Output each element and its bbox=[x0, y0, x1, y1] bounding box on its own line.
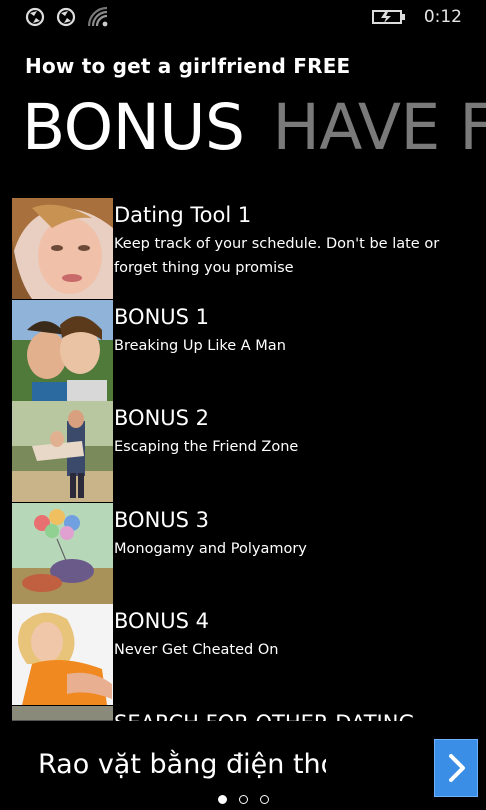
couple-carry-image bbox=[12, 401, 113, 502]
item-subtitle: Never Get Cheated On bbox=[114, 642, 279, 658]
status-bar: 0:12 bbox=[0, 0, 486, 34]
list-item[interactable]: BONUS 1 Breaking Up Like A Man bbox=[12, 299, 486, 402]
balloons-image bbox=[12, 502, 113, 604]
item-thumbnail bbox=[12, 604, 113, 705]
ad-banner[interactable]: Rao vặt bằng điện thoại bbox=[0, 733, 486, 797]
item-title: SEARCH FOR OTHER DATING bbox=[114, 711, 415, 722]
item-thumbnail bbox=[12, 198, 113, 299]
wifi-icon bbox=[87, 6, 108, 27]
item-thumbnail bbox=[12, 299, 113, 401]
item-subtitle: Escaping the Friend Zone bbox=[114, 439, 299, 455]
battery-charging-icon bbox=[372, 10, 405, 24]
ad-text[interactable]: Rao vặt bằng điện thoại bbox=[38, 749, 326, 780]
item-title: BONUS 4 bbox=[114, 609, 210, 633]
pager-dot[interactable] bbox=[259, 795, 269, 804]
search-dating-image bbox=[12, 705, 113, 721]
item-title: BONUS 1 bbox=[114, 304, 210, 329]
blonde-woman-image bbox=[12, 604, 113, 705]
couple-photo-image bbox=[12, 299, 113, 401]
pivot-header: BONUS HAVE F bbox=[22, 88, 486, 168]
list-item[interactable]: BONUS 4 Never Get Cheated On bbox=[12, 604, 486, 706]
item-subtitle: Keep track of your schedule. Don't be la… bbox=[114, 236, 440, 276]
pivot-tab-bonus[interactable]: BONUS bbox=[22, 88, 245, 168]
item-title: BONUS 2 bbox=[114, 406, 210, 430]
status-time: 0:12 bbox=[423, 7, 462, 27]
item-subtitle: Monogamy and Polyamory bbox=[114, 540, 307, 557]
pager-dots bbox=[0, 789, 486, 804]
chevron-right-icon bbox=[449, 754, 465, 782]
item-title: BONUS 3 bbox=[114, 507, 210, 532]
sync-icon bbox=[25, 7, 45, 27]
item-subtitle: Breaking Up Like A Man bbox=[114, 337, 286, 354]
list-item[interactable]: BONUS 3 Monogamy and Polyamory bbox=[12, 502, 486, 605]
sync-icon bbox=[56, 7, 76, 27]
item-thumbnail bbox=[12, 401, 113, 502]
woman-portrait-image bbox=[12, 198, 113, 299]
list-item[interactable]: BONUS 2 Escaping the Friend Zone bbox=[12, 401, 486, 503]
pager-dot-active[interactable] bbox=[217, 795, 227, 804]
list-item[interactable]: SEARCH FOR OTHER DATING bbox=[12, 705, 486, 722]
item-thumbnail bbox=[12, 705, 113, 721]
list-item[interactable]: Dating Tool 1 Keep track of your schedul… bbox=[12, 198, 486, 300]
app-title: How to get a girlfriend FREE bbox=[25, 54, 351, 78]
item-title: Dating Tool 1 bbox=[114, 203, 252, 227]
pivot-tab-have[interactable]: HAVE F bbox=[272, 88, 486, 168]
bonus-list: Dating Tool 1 Keep track of your schedul… bbox=[12, 198, 486, 721]
item-thumbnail bbox=[12, 502, 113, 604]
pager-dot[interactable] bbox=[238, 795, 248, 804]
